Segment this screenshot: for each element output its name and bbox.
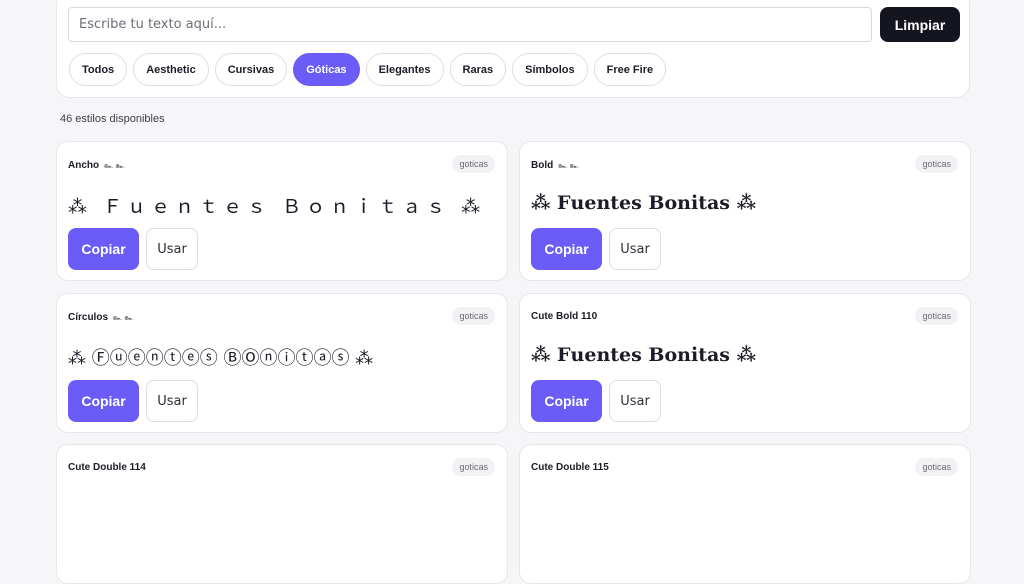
copy-button[interactable]: Copiar (531, 380, 602, 422)
card-title: Cute Bold 110 (531, 311, 598, 322)
use-button[interactable]: Usar (146, 228, 198, 270)
copy-button[interactable]: Copiar (68, 228, 139, 270)
ornament-icon: ๛ ๛ (112, 313, 134, 322)
category-tag: goticas (915, 458, 958, 476)
ornament-icon: ๛ ๛ (558, 161, 579, 170)
copy-button[interactable]: Copiar (68, 380, 139, 422)
chip-elegantes[interactable]: Elegantes (365, 53, 444, 86)
category-tag: goticas (452, 458, 495, 476)
search-input[interactable] (68, 7, 872, 42)
category-filter: Todos Aesthetic Cursivas Góticas Elegant… (69, 53, 667, 86)
use-button[interactable]: Usar (609, 380, 661, 422)
chip-free-fire[interactable]: Free Fire (593, 53, 667, 86)
search-panel: Limpiar Todos Aesthetic Cursivas Góticas… (56, 0, 970, 98)
card-title: Cute Double 114 (68, 462, 146, 473)
card-title: Cute Double 115 (531, 462, 609, 473)
style-card-ancho: Ancho ๛ ๛ goticas ⁂ Ｆｕｅｎｔｅｓ Ｂｏｎｉｔａｓ ⁂ Co… (56, 141, 508, 281)
use-button[interactable]: Usar (146, 380, 198, 422)
font-preview: ⁂ 𝐅𝐮𝐞𝐧𝐭𝐞𝐬 𝐁𝐨𝐧𝐢𝐭𝐚𝐬 ⁂ (531, 192, 757, 214)
font-preview: ⁂ 𝐅𝐮𝐞𝐧𝐭𝐞𝐬 𝐁𝐨𝐧𝐢𝐭𝐚𝐬 ⁂ (531, 344, 757, 366)
style-card-cute-bold-110: Cute Bold 110 goticas ⁂ 𝐅𝐮𝐞𝐧𝐭𝐞𝐬 𝐁𝐨𝐧𝐢𝐭𝐚𝐬 … (519, 293, 971, 433)
use-button[interactable]: Usar (609, 228, 661, 270)
card-title: Círculos ๛ ๛ (68, 312, 134, 323)
category-tag: goticas (452, 307, 495, 325)
chip-aesthetic[interactable]: Aesthetic (133, 53, 209, 86)
font-preview: ⁂ Ⓕⓤⓔⓝⓣⓔⓢ ⒷⓄⓝⓘⓣⓐⓢ ⁂ (68, 348, 374, 369)
clear-button[interactable]: Limpiar (880, 7, 960, 42)
font-preview: ⁂ Ｆｕｅｎｔｅｓ Ｂｏｎｉｔａｓ ⁂ (68, 196, 486, 218)
card-title: Bold ๛ ๛ (531, 160, 579, 171)
styles-count: 46 estilos disponibles (60, 113, 165, 125)
category-tag: goticas (452, 155, 495, 173)
style-card-cute-double-114: Cute Double 114 goticas (56, 444, 508, 584)
copy-button[interactable]: Copiar (531, 228, 602, 270)
card-title: Ancho ๛ ๛ (68, 160, 125, 171)
chip-raras[interactable]: Raras (449, 53, 507, 86)
style-card-cute-double-115: Cute Double 115 goticas (519, 444, 971, 584)
chip-todos[interactable]: Todos (69, 53, 128, 86)
ornament-icon: ๛ ๛ (103, 161, 125, 170)
chip-simbolos[interactable]: Símbolos (512, 53, 588, 86)
style-card-bold: Bold ๛ ๛ goticas ⁂ 𝐅𝐮𝐞𝐧𝐭𝐞𝐬 𝐁𝐨𝐧𝐢𝐭𝐚𝐬 ⁂ Cop… (519, 141, 971, 281)
chip-cursivas[interactable]: Cursivas (214, 53, 288, 86)
style-card-circulos: Círculos ๛ ๛ goticas ⁂ Ⓕⓤⓔⓝⓣⓔⓢ ⒷⓄⓝⓘⓣⓐⓢ ⁂… (56, 293, 508, 433)
chip-goticas[interactable]: Góticas (293, 53, 360, 86)
category-tag: goticas (915, 155, 958, 173)
category-tag: goticas (915, 307, 958, 325)
